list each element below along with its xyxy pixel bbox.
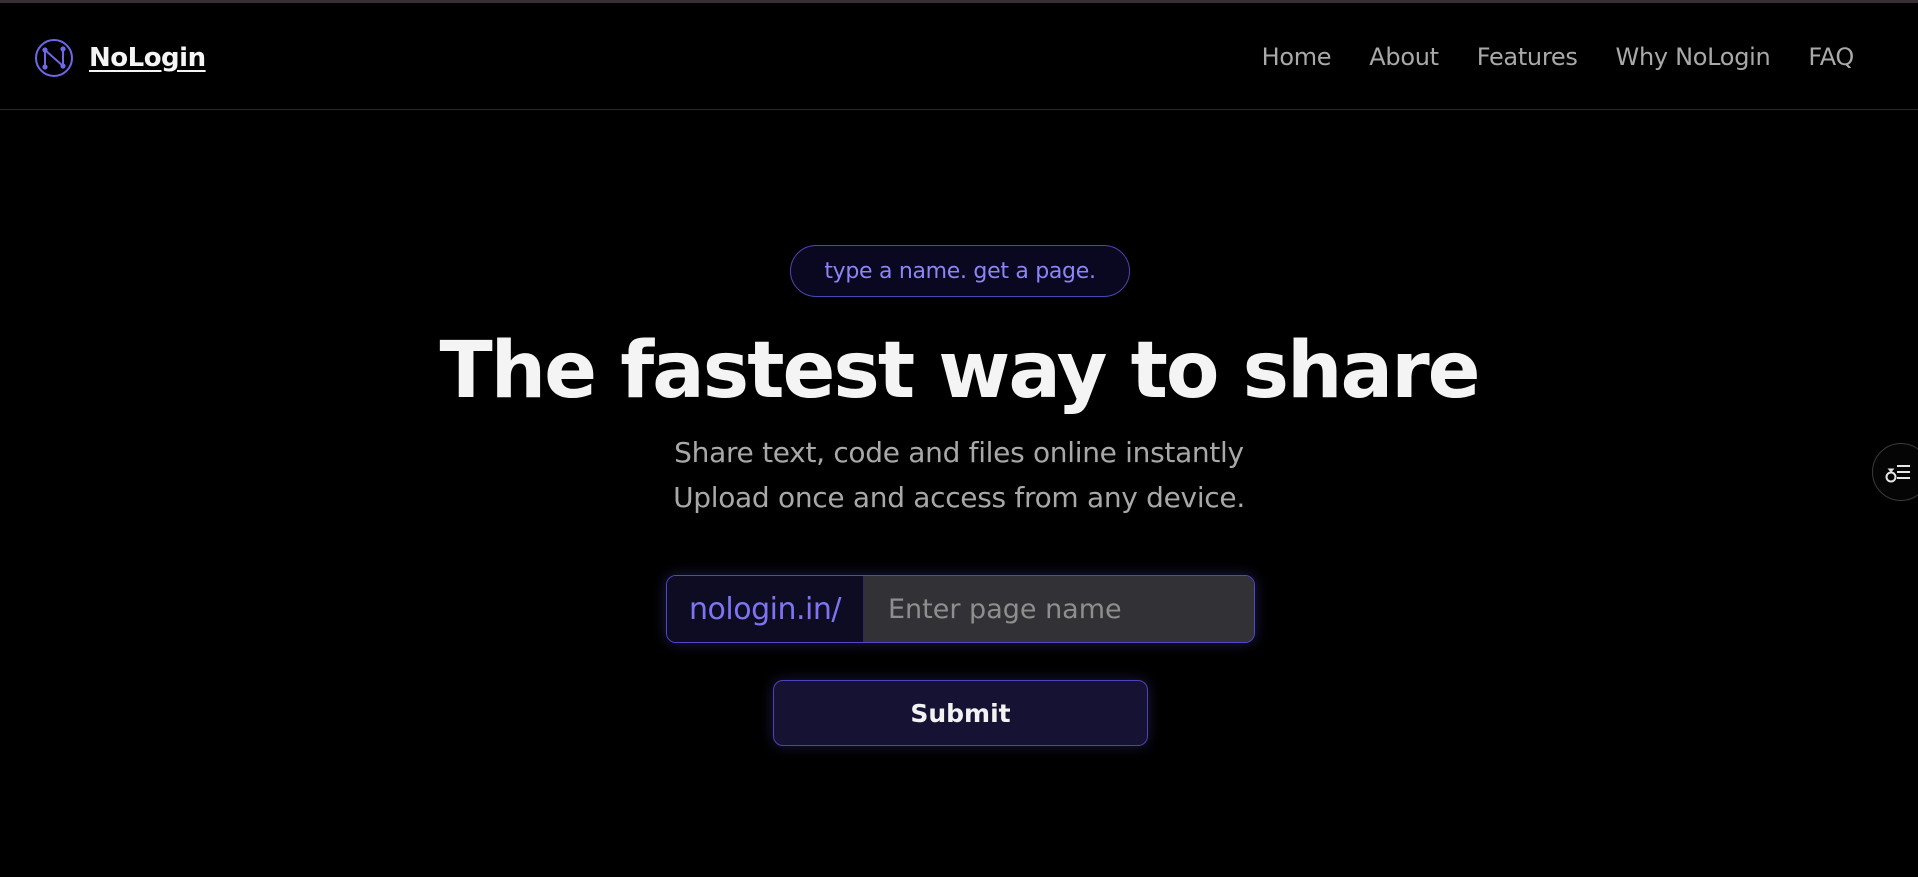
tagline-badge: type a name. get a page. [790,245,1130,297]
nav-features[interactable]: Features [1477,43,1578,71]
n-network-logo-icon [35,39,73,77]
navbar: NoLogin Home About Features Why NoLogin … [0,3,1918,110]
hero-subtitle-line2: Upload once and access from any device. [673,481,1245,514]
hero-title: The fastest way to share [439,326,1480,416]
hero-subtitle-line1: Share text, code and files online instan… [674,436,1244,469]
nav-home[interactable]: Home [1262,43,1332,71]
brand-name[interactable]: NoLogin [89,43,206,73]
filter-list-icon [1885,465,1910,483]
nav-faq[interactable]: FAQ [1808,43,1854,71]
nav-why-nologin[interactable]: Why NoLogin [1616,43,1771,71]
main-nav: Home About Features Why NoLogin FAQ [1262,43,1855,71]
brand-link[interactable]: NoLogin [34,38,206,78]
page-name-form: nologin.in/ [666,575,1255,643]
tagline-text: type a name. get a page. [824,258,1096,284]
nav-about[interactable]: About [1369,43,1439,71]
page-name-input[interactable] [864,576,1254,642]
url-prefix: nologin.in/ [667,576,864,642]
submit-button[interactable]: Submit [773,680,1148,746]
